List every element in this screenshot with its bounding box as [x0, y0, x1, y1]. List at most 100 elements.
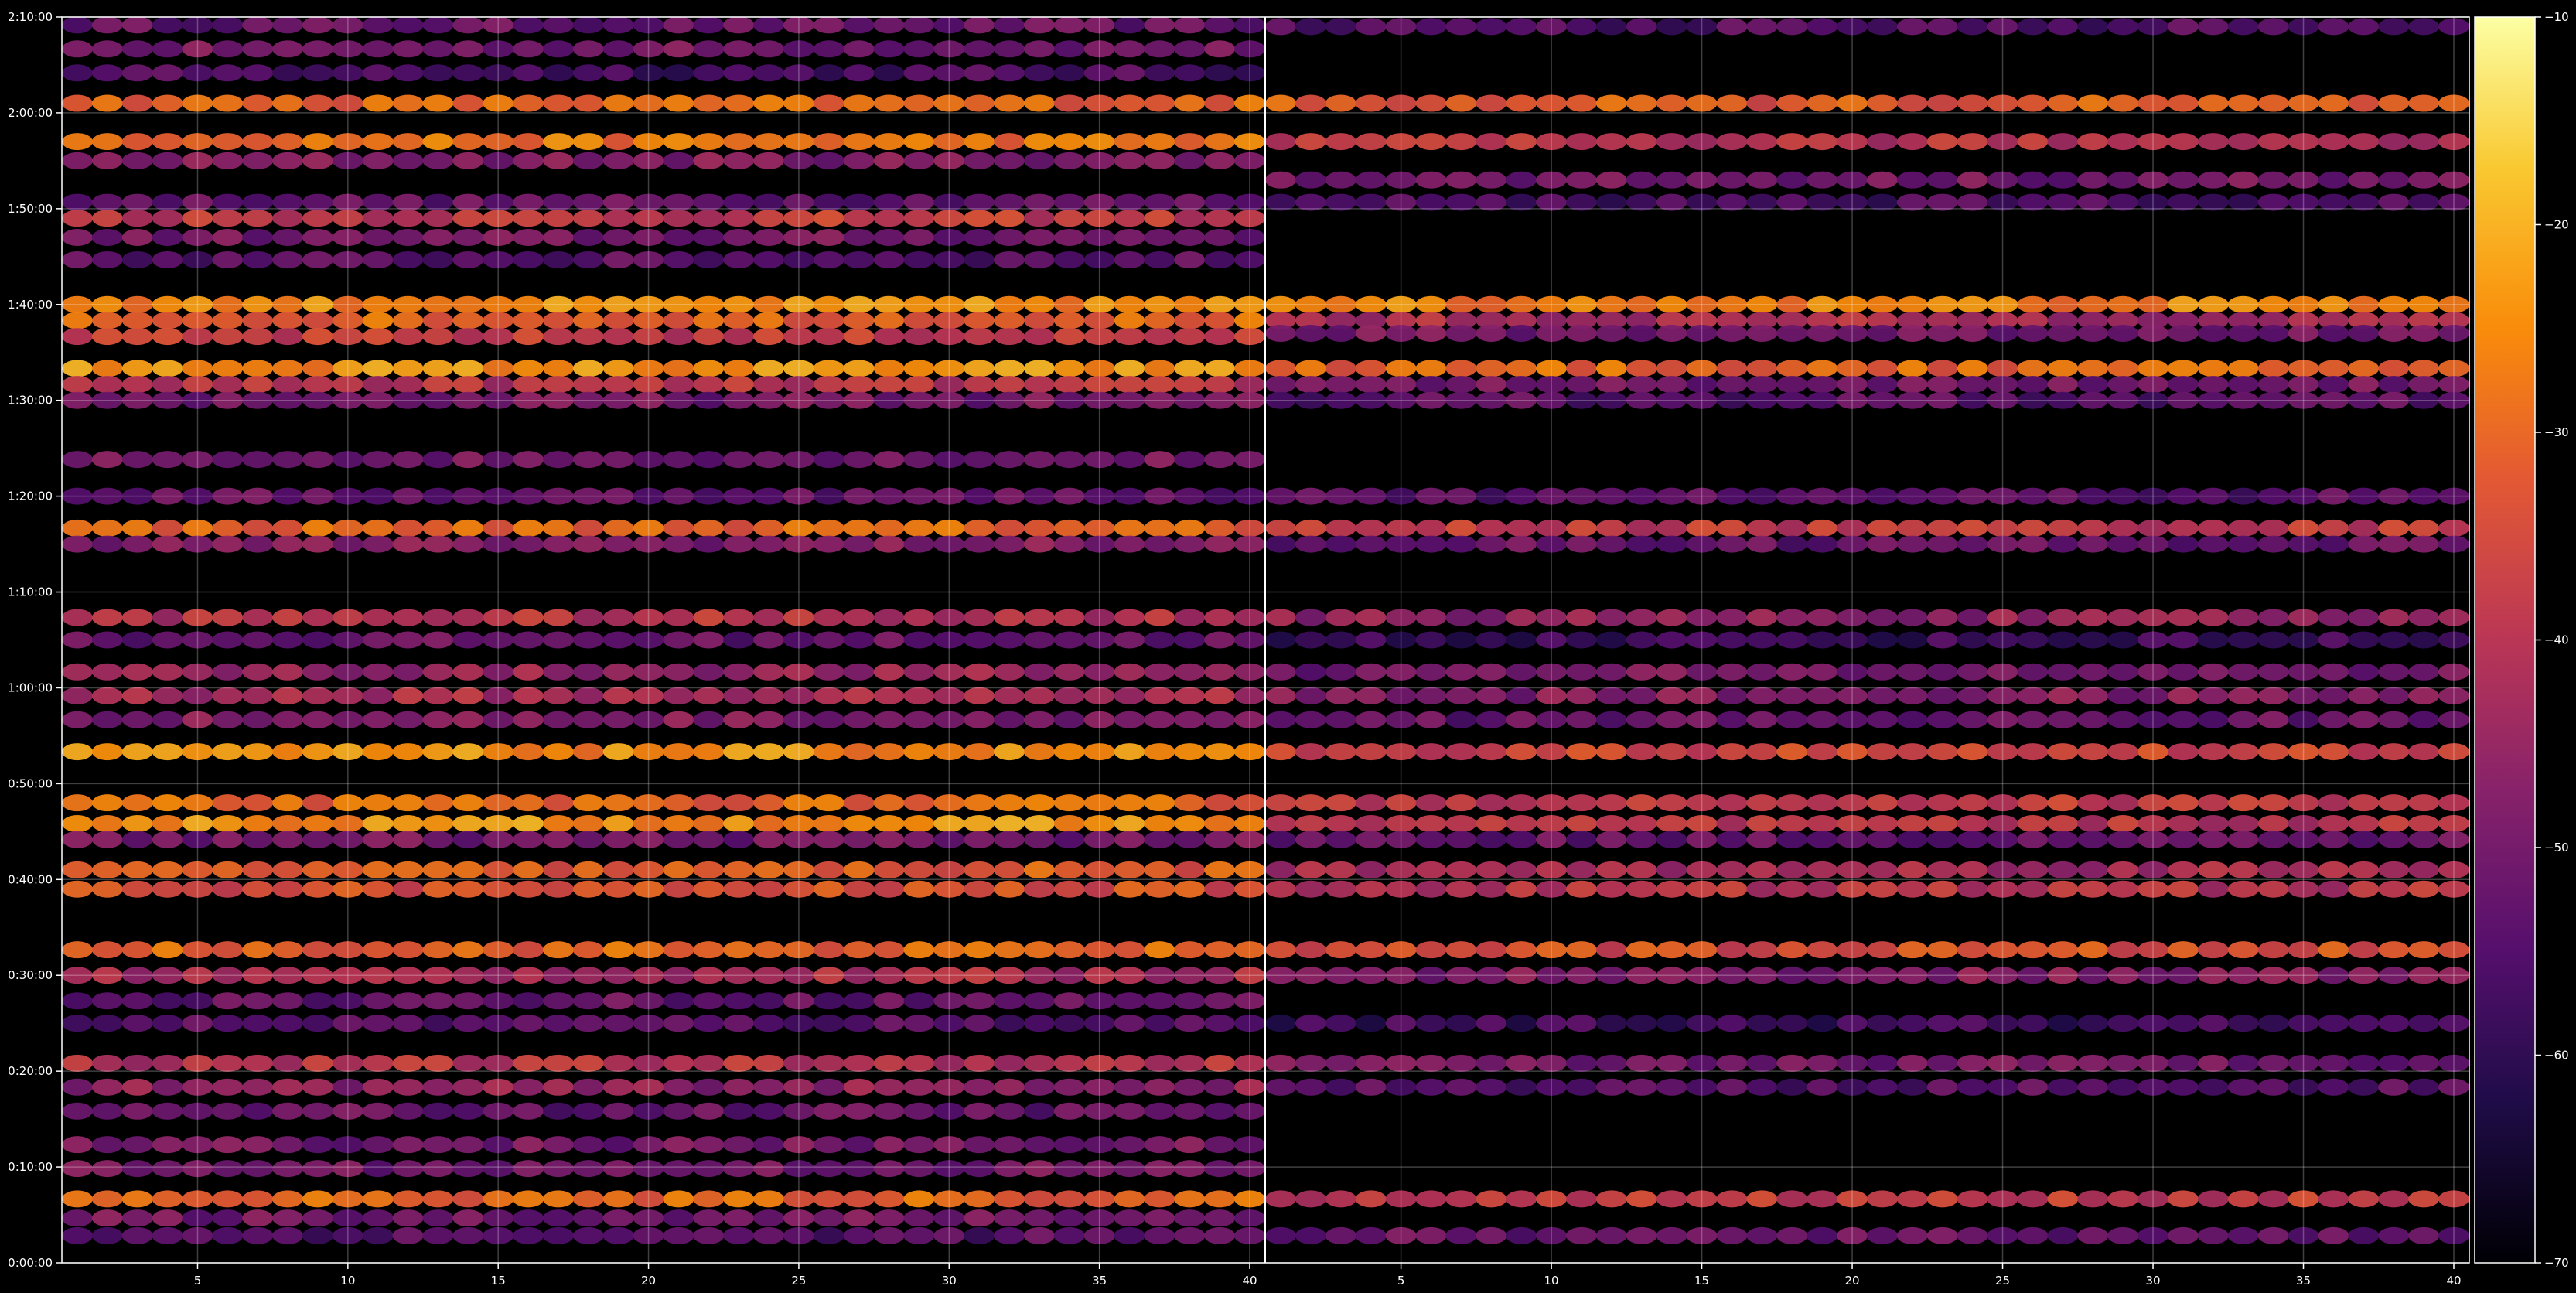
heatmap-cell [1355, 663, 1387, 681]
heatmap-cell [392, 17, 424, 34]
heatmap-cell [1807, 609, 1838, 626]
heatmap-cell [1445, 815, 1477, 833]
heatmap-cell [2197, 831, 2229, 848]
heatmap-cell [242, 743, 274, 761]
heatmap-cell [1053, 831, 1085, 848]
heatmap-cell [1053, 992, 1085, 1010]
heatmap-cell [452, 535, 484, 553]
heatmap-cell [2318, 376, 2349, 394]
heatmap-cell [152, 312, 183, 329]
heatmap-cell [663, 519, 694, 537]
heatmap-cell [242, 312, 274, 329]
heatmap-cell [572, 64, 604, 82]
heatmap-cell [1807, 1015, 1838, 1032]
heatmap-cell [242, 992, 274, 1010]
heatmap-cell [2167, 324, 2199, 342]
heatmap-cell [1926, 941, 1958, 959]
heatmap-cell [1174, 609, 1206, 626]
heatmap-cell [572, 711, 604, 728]
heatmap-cell [572, 328, 604, 346]
heatmap-cell [1896, 687, 1928, 704]
heatmap-cell [663, 64, 694, 82]
heatmap-cell [903, 312, 935, 329]
heatmap-cell [873, 451, 905, 469]
heatmap-cell [1415, 831, 1447, 848]
heatmap-cell [903, 328, 935, 346]
heatmap-cell [1204, 861, 1236, 878]
heatmap-cell [152, 328, 183, 346]
heatmap-cell [1053, 880, 1085, 898]
heatmap-cell [542, 152, 574, 169]
heatmap-cell [1595, 711, 1627, 728]
heatmap-cell [1595, 743, 1627, 761]
heatmap-cell [2197, 535, 2229, 553]
y-tick-label: 0:50:00 [8, 776, 53, 790]
heatmap-cell [542, 535, 574, 553]
heatmap-cell [1295, 831, 1326, 848]
heatmap-cell [302, 376, 333, 394]
heatmap-cell [121, 1190, 153, 1208]
heatmap-cell [1415, 1226, 1447, 1244]
heatmap-cell [1265, 687, 1296, 704]
heatmap-cell [1023, 1015, 1055, 1032]
heatmap-cell [964, 1226, 995, 1244]
heatmap-cell [1957, 880, 1988, 898]
heatmap-cell [2047, 133, 2079, 151]
heatmap-cell [513, 815, 544, 833]
heatmap-cell [2318, 18, 2349, 36]
heatmap-cell [1866, 663, 1898, 681]
heatmap-cell [1295, 1078, 1326, 1096]
heatmap-cell [843, 133, 875, 151]
heatmap-cell [964, 1209, 995, 1227]
heatmap-cell [152, 17, 183, 34]
heatmap-cell [91, 815, 123, 833]
heatmap-cell [91, 94, 123, 112]
heatmap-cell [452, 711, 484, 728]
heatmap-cell [873, 535, 905, 553]
heatmap-cell [753, 609, 785, 626]
heatmap-cell [1355, 743, 1387, 761]
heatmap-cell [1144, 40, 1175, 58]
heatmap-cell [813, 94, 844, 112]
heatmap-cell [1174, 64, 1206, 82]
x-tick-label: 35 [2296, 1274, 2311, 1288]
heatmap-cell [2077, 1015, 2109, 1032]
heatmap-cell [513, 1160, 544, 1178]
heatmap-cell [2047, 94, 2079, 112]
heatmap-cell [2257, 631, 2289, 649]
heatmap-cell [392, 880, 424, 898]
heatmap-cell [753, 376, 785, 394]
heatmap-cell [62, 941, 93, 959]
heatmap-cell [1053, 1054, 1085, 1072]
heatmap-cell [723, 794, 755, 812]
heatmap-cell [1565, 743, 1597, 761]
heatmap-cell [1716, 663, 1748, 681]
heatmap-cell [903, 831, 935, 848]
heatmap-cell [1295, 535, 1326, 553]
heatmap-cell [843, 1136, 875, 1154]
heatmap-cell [602, 1226, 634, 1244]
heatmap-cell [212, 1160, 244, 1178]
heatmap-cell [723, 535, 755, 553]
heatmap-cell [392, 210, 424, 227]
heatmap-cell [2167, 1015, 2199, 1032]
heatmap-cell [723, 251, 755, 268]
heatmap-cell [873, 663, 905, 681]
heatmap-cell [1746, 94, 1778, 112]
heatmap-cell [873, 1136, 905, 1154]
heatmap-cell [1355, 831, 1387, 848]
heatmap-cell [1565, 324, 1597, 342]
heatmap-cell [753, 1190, 785, 1208]
heatmap-cell [272, 17, 304, 34]
heatmap-cell [1716, 794, 1748, 812]
heatmap-cell [362, 743, 394, 761]
heatmap-cell [2378, 609, 2410, 626]
heatmap-cell [903, 743, 935, 761]
heatmap-cell [1295, 171, 1326, 189]
heatmap-cell [212, 535, 244, 553]
heatmap-cell [2227, 815, 2259, 833]
heatmap-cell [1776, 631, 1808, 649]
heatmap-cell [2318, 687, 2349, 704]
heatmap-cell [422, 519, 454, 537]
heatmap-cell [1595, 519, 1627, 537]
